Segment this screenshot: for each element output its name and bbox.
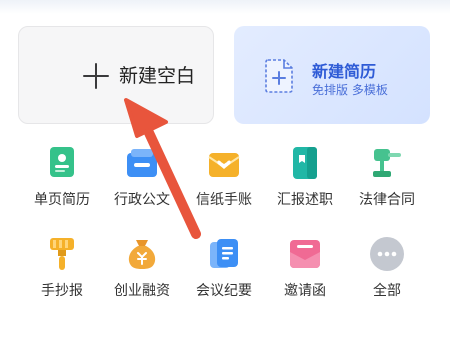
template-legal-contract[interactable]: 法律合同 (347, 145, 427, 213)
new-resume-subtitle: 免排版 多模板 (312, 83, 388, 97)
template-label: 行政公文 (114, 192, 170, 208)
paint-brush-icon (44, 236, 80, 272)
new-resume-card[interactable]: 新建简历 免排版 多模板 (234, 26, 430, 124)
template-startup-financing[interactable]: 创业融资 (102, 236, 182, 304)
single-resume-icon (44, 145, 80, 181)
template-label: 信纸手账 (196, 192, 252, 208)
invitation-icon (287, 236, 323, 272)
template-single-resume[interactable]: 单页简历 (22, 145, 102, 213)
letter-paper-icon (206, 145, 242, 181)
template-label: 汇报述职 (277, 192, 333, 208)
official-document-icon (124, 145, 160, 181)
template-hand-copy[interactable]: 手抄报 (22, 236, 102, 304)
meeting-notes-icon (206, 236, 242, 272)
report-icon (287, 145, 323, 181)
template-label: 单页简历 (34, 192, 90, 208)
template-label: 全部 (373, 283, 401, 299)
more-icon (369, 236, 405, 272)
gavel-icon (369, 145, 405, 181)
template-meeting-minutes[interactable]: 会议纪要 (184, 236, 264, 304)
template-invitation[interactable]: 邀请函 (265, 236, 345, 304)
new-resume-title: 新建简历 (312, 62, 377, 81)
template-report[interactable]: 汇报述职 (265, 145, 345, 213)
template-official-document[interactable]: 行政公文 (102, 145, 182, 213)
template-label: 创业融资 (114, 283, 170, 299)
template-label: 会议纪要 (196, 283, 252, 299)
template-all[interactable]: 全部 (347, 236, 427, 304)
template-label: 法律合同 (359, 192, 415, 208)
money-bag-icon (124, 236, 160, 272)
template-label: 邀请函 (284, 283, 326, 299)
new-blank-label: 新建空白 (119, 65, 196, 87)
plus-icon (83, 63, 109, 89)
top-strip (0, 0, 450, 14)
new-blank-card[interactable]: 新建空白 (18, 26, 214, 124)
template-label: 手抄报 (41, 283, 83, 299)
template-letter-paper[interactable]: 信纸手账 (184, 145, 264, 213)
document-plus-icon (264, 58, 294, 94)
